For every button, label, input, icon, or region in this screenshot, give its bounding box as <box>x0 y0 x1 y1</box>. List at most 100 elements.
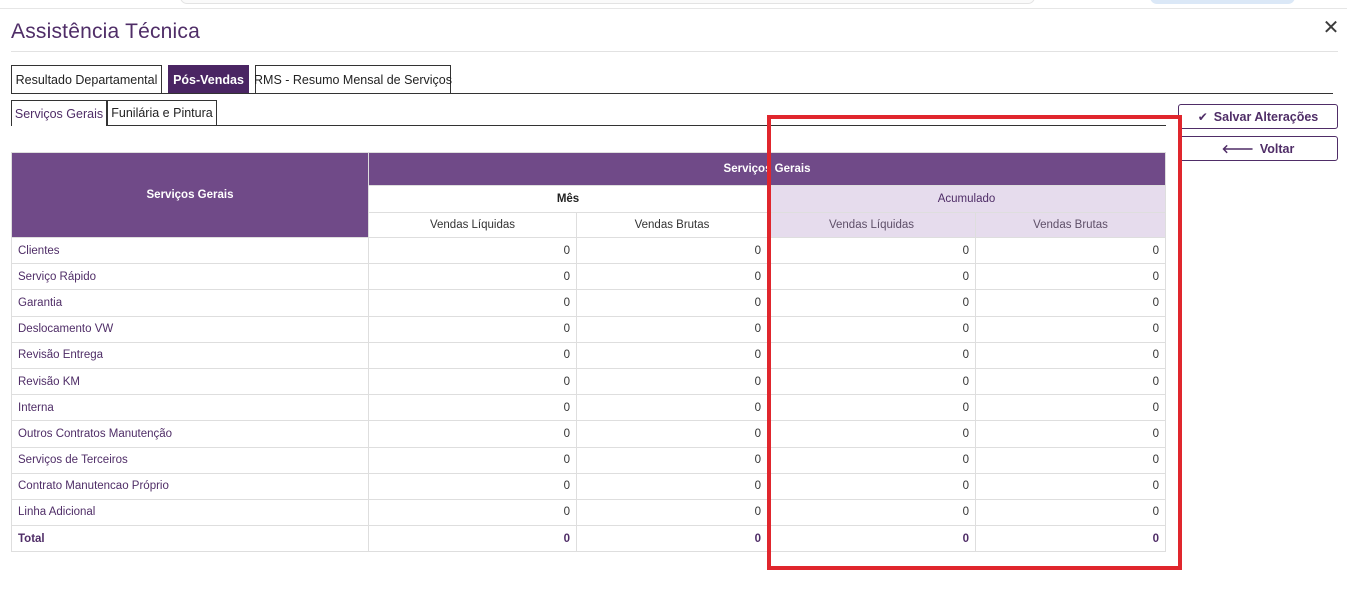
address-bar <box>180 0 1035 4</box>
value-cell[interactable]: 0 <box>368 236 577 265</box>
subtab-funilaria-pintura[interactable]: Funilária e Pintura <box>107 100 217 125</box>
value-cell[interactable]: 0 <box>974 236 1167 265</box>
value-cell[interactable]: 0 <box>368 263 577 291</box>
total-value: 0 <box>368 525 577 553</box>
value-cell[interactable]: 0 <box>576 236 768 265</box>
value-cell[interactable]: 0 <box>368 289 577 317</box>
value-cell[interactable]: 0 <box>576 315 768 343</box>
col-header: Vendas Líquidas <box>368 212 577 238</box>
mes-header: Mês <box>368 185 768 213</box>
value-cell[interactable]: 0 <box>767 341 976 369</box>
table-row: Clientes 0 0 0 0 <box>11 236 1167 265</box>
acumulado-header: Acumulado <box>766 185 1167 213</box>
value-cell[interactable]: 0 <box>974 446 1167 474</box>
value-cell[interactable]: 0 <box>767 420 976 448</box>
value-cell[interactable]: 0 <box>576 263 768 291</box>
group-header: Serviços Gerais <box>367 152 1167 186</box>
close-icon[interactable]: ✕ <box>1321 18 1341 38</box>
value-cell[interactable]: 0 <box>974 472 1167 500</box>
table-row: Revisão KM 0 0 0 0 <box>11 367 1167 396</box>
value-cell[interactable]: 0 <box>576 289 768 317</box>
value-cell[interactable]: 0 <box>974 394 1167 422</box>
title-divider <box>11 51 1338 52</box>
table-row: Interna 0 0 0 0 <box>11 394 1167 422</box>
table-row: Serviços de Terceiros 0 0 0 0 <box>11 446 1167 474</box>
value-cell[interactable]: 0 <box>767 236 976 265</box>
value-cell[interactable]: 0 <box>974 341 1167 369</box>
value-cell[interactable]: 0 <box>974 498 1167 527</box>
value-cell[interactable]: 0 <box>368 472 577 500</box>
value-cell[interactable]: 0 <box>368 420 577 448</box>
value-cell[interactable]: 0 <box>368 315 577 343</box>
save-button[interactable]: ✔ Salvar Alterações <box>1178 104 1338 129</box>
total-value: 0 <box>767 525 976 553</box>
row-label: Deslocamento VW <box>11 315 369 343</box>
value-cell[interactable]: 0 <box>368 394 577 422</box>
row-label: Serviço Rápido <box>11 263 369 291</box>
total-label: Total <box>11 525 369 553</box>
value-cell[interactable]: 0 <box>368 341 577 369</box>
value-cell[interactable]: 0 <box>576 367 768 396</box>
subtab-servicos-gerais[interactable]: Serviços Gerais <box>11 100 107 126</box>
value-cell[interactable]: 0 <box>767 289 976 317</box>
servicos-gerais-table: Serviços Gerais Serviços Gerais Mês Acum… <box>11 152 1167 553</box>
row-label: Revisão Entrega <box>11 341 369 369</box>
value-cell[interactable]: 0 <box>576 394 768 422</box>
row-label: Outros Contratos Manutenção <box>11 420 369 448</box>
value-cell[interactable]: 0 <box>576 446 768 474</box>
col-header: Vendas Líquidas <box>767 212 976 238</box>
value-cell[interactable]: 0 <box>576 420 768 448</box>
row-header: Serviços Gerais <box>11 152 369 238</box>
total-row: Total 0 0 0 0 <box>11 525 1167 553</box>
table-row: Contrato Manutencao Próprio 0 0 0 0 <box>11 472 1167 500</box>
value-cell[interactable]: 0 <box>576 472 768 500</box>
value-cell[interactable]: 0 <box>767 315 976 343</box>
value-cell[interactable]: 0 <box>974 420 1167 448</box>
table-row: Revisão Entrega 0 0 0 0 <box>11 341 1167 369</box>
value-cell[interactable]: 0 <box>767 263 976 291</box>
row-label: Revisão KM <box>11 367 369 396</box>
main-tabs: Resultado Departamental Pós-Vendas RMS -… <box>11 65 1333 94</box>
value-cell[interactable]: 0 <box>974 367 1167 396</box>
value-cell[interactable]: 0 <box>767 498 976 527</box>
check-icon: ✔ <box>1197 109 1208 124</box>
value-cell[interactable]: 0 <box>974 315 1167 343</box>
tab-rms-resumo-mensal[interactable]: RMS - Resumo Mensal de Serviços <box>254 65 452 93</box>
tab-resultado-departamental[interactable]: Resultado Departamental <box>11 65 162 93</box>
value-cell[interactable]: 0 <box>368 446 577 474</box>
row-label: Linha Adicional <box>11 498 369 527</box>
row-label: Serviços de Terceiros <box>11 446 369 474</box>
value-cell[interactable]: 0 <box>576 341 768 369</box>
table-row: Garantia 0 0 0 0 <box>11 289 1167 317</box>
table-row: Linha Adicional 0 0 0 0 <box>11 498 1167 527</box>
page-title: Assistência Técnica <box>11 20 200 43</box>
col-header: Vendas Brutas <box>576 212 768 238</box>
value-cell[interactable]: 0 <box>974 263 1167 291</box>
col-header: Vendas Brutas <box>974 212 1167 238</box>
row-label: Clientes <box>11 236 369 265</box>
total-value: 0 <box>576 525 768 553</box>
table-row: Outros Contratos Manutenção 0 0 0 0 <box>11 420 1167 448</box>
value-cell[interactable]: 0 <box>368 367 577 396</box>
table-row: Deslocamento VW 0 0 0 0 <box>11 315 1167 343</box>
row-label: Contrato Manutencao Próprio <box>11 472 369 500</box>
value-cell[interactable]: 0 <box>576 498 768 527</box>
back-button-label: Voltar <box>1259 141 1295 156</box>
browser-top-strip <box>0 0 1347 9</box>
row-label: Garantia <box>11 289 369 317</box>
value-cell[interactable]: 0 <box>974 289 1167 317</box>
value-cell[interactable]: 0 <box>368 498 577 527</box>
tab-pos-vendas[interactable]: Pós-Vendas <box>168 65 249 93</box>
back-button[interactable]: 🡐 Voltar <box>1178 136 1338 161</box>
arrow-left-icon: 🡐 <box>1221 142 1254 156</box>
table-row: Serviço Rápido 0 0 0 0 <box>11 263 1167 291</box>
value-cell[interactable]: 0 <box>767 367 976 396</box>
top-right-pill <box>1150 0 1295 4</box>
total-value: 0 <box>974 525 1167 553</box>
value-cell[interactable]: 0 <box>767 446 976 474</box>
row-label: Interna <box>11 394 369 422</box>
save-button-label: Salvar Alterações <box>1213 109 1319 124</box>
value-cell[interactable]: 0 <box>767 394 976 422</box>
sub-tabs: Serviços Gerais Funilária e Pintura <box>11 100 1166 126</box>
value-cell[interactable]: 0 <box>767 472 976 500</box>
